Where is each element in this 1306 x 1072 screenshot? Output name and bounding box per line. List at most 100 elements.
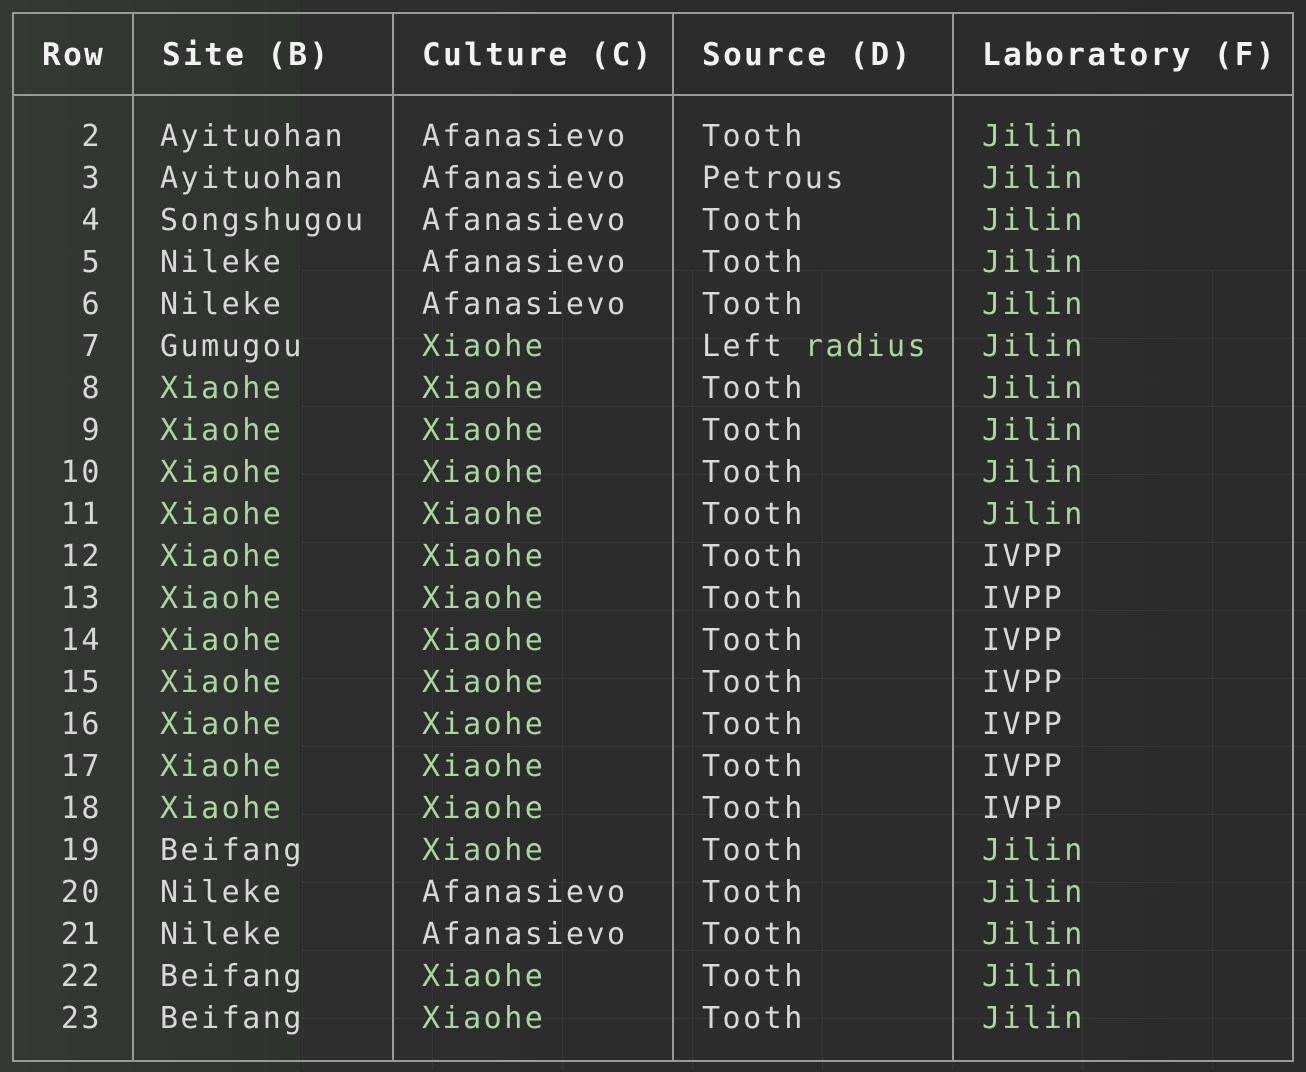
cell-row: 18 bbox=[60, 791, 102, 826]
cell-source: Tooth bbox=[702, 455, 805, 490]
cell-site: Songshugou bbox=[160, 203, 366, 238]
table-row: 11 Xiaohe Xiaohe Tooth Jilin bbox=[14, 494, 1292, 536]
cell-row: 17 bbox=[60, 749, 102, 784]
cell-source: Tooth bbox=[702, 707, 805, 742]
cell-row: 6 bbox=[81, 287, 102, 322]
cell-site: Ayituohan bbox=[160, 161, 346, 196]
cell-laboratory: Jilin bbox=[982, 413, 1085, 448]
cell-row: 10 bbox=[60, 455, 102, 490]
cell-laboratory: Jilin bbox=[982, 371, 1085, 406]
cell-site: Xiaohe bbox=[160, 665, 284, 700]
table-row: 10 Xiaohe Xiaohe Tooth Jilin bbox=[14, 452, 1292, 494]
cell-culture: Xiaohe bbox=[422, 455, 546, 490]
cell-source: Tooth bbox=[702, 1001, 805, 1036]
table-row: 2 Ayituohan Afanasievo Tooth Jilin bbox=[14, 116, 1292, 158]
cell-source: Tooth bbox=[702, 959, 805, 994]
cell-site: Beifang bbox=[160, 833, 304, 868]
cell-site: Nileke bbox=[160, 917, 284, 952]
cell-row: 13 bbox=[60, 581, 102, 616]
cell-source: Tooth bbox=[702, 623, 805, 658]
cell-source: Petrous bbox=[702, 161, 846, 196]
cell-laboratory: Jilin bbox=[982, 455, 1085, 490]
cell-culture: Xiaohe bbox=[422, 665, 546, 700]
cell-source: Tooth bbox=[702, 203, 805, 238]
cell-site: Xiaohe bbox=[160, 749, 284, 784]
cell-culture: Xiaohe bbox=[422, 1001, 546, 1036]
table-row: 5 Nileke Afanasievo Tooth Jilin bbox=[14, 242, 1292, 284]
header-culture: Culture (C) bbox=[422, 37, 654, 73]
source-word-radius: radius bbox=[804, 329, 929, 364]
cell-row: 14 bbox=[60, 623, 102, 658]
cell-laboratory: Jilin bbox=[982, 161, 1085, 196]
cell-laboratory: Jilin bbox=[982, 203, 1085, 238]
cell-source: Tooth bbox=[702, 833, 805, 868]
cell-row: 15 bbox=[60, 665, 102, 700]
cell-laboratory: Jilin bbox=[982, 1001, 1085, 1036]
cell-laboratory: Jilin bbox=[982, 287, 1085, 322]
cell-site: Xiaohe bbox=[160, 497, 284, 532]
cell-source: Tooth bbox=[702, 917, 805, 952]
cell-laboratory: IVPP bbox=[982, 791, 1065, 826]
cell-culture: Xiaohe bbox=[422, 539, 546, 574]
cell-site: Nileke bbox=[160, 245, 284, 280]
cell-laboratory: Jilin bbox=[982, 497, 1085, 532]
table-row: 7 Gumugou Xiaohe Left radius Jilin bbox=[14, 326, 1292, 368]
cell-culture: Xiaohe bbox=[422, 329, 546, 364]
cell-culture: Afanasievo bbox=[422, 119, 628, 154]
cell-site: Xiaohe bbox=[160, 623, 284, 658]
cell-site: Beifang bbox=[160, 1001, 304, 1036]
data-table: Row Site (B) Culture (C) Source (D) Labo… bbox=[12, 12, 1294, 1062]
table-row: 9 Xiaohe Xiaohe Tooth Jilin bbox=[14, 410, 1292, 452]
cell-site: Nileke bbox=[160, 875, 284, 910]
cell-site: Xiaohe bbox=[160, 581, 284, 616]
cell-laboratory: IVPP bbox=[982, 581, 1065, 616]
cell-source: Tooth bbox=[702, 497, 805, 532]
cell-row: 9 bbox=[81, 413, 102, 448]
header-row: Row bbox=[42, 37, 106, 73]
cell-site: Ayituohan bbox=[160, 119, 346, 154]
cell-source: Tooth bbox=[702, 791, 805, 826]
table-row: 6 Nileke Afanasievo Tooth Jilin bbox=[14, 284, 1292, 326]
table-row: 23 Beifang Xiaohe Tooth Jilin bbox=[14, 998, 1292, 1040]
cell-laboratory: Jilin bbox=[982, 875, 1085, 910]
table-row: 3 Ayituohan Afanasievo Petrous Jilin bbox=[14, 158, 1292, 200]
cell-site: Gumugou bbox=[160, 329, 304, 364]
table-row: 18 Xiaohe Xiaohe Tooth IVPP bbox=[14, 788, 1292, 830]
cell-source: Tooth bbox=[702, 413, 805, 448]
cell-source: Tooth bbox=[702, 581, 805, 616]
table-row: 22 Beifang Xiaohe Tooth Jilin bbox=[14, 956, 1292, 998]
cell-laboratory: Jilin bbox=[982, 119, 1085, 154]
cell-culture: Afanasievo bbox=[422, 917, 628, 952]
cell-laboratory: Jilin bbox=[982, 833, 1085, 868]
cell-source: Tooth bbox=[702, 875, 805, 910]
table-row: 8 Xiaohe Xiaohe Tooth Jilin bbox=[14, 368, 1292, 410]
table-row: 12 Xiaohe Xiaohe Tooth IVPP bbox=[14, 536, 1292, 578]
cell-culture: Xiaohe bbox=[422, 413, 546, 448]
cell-row: 16 bbox=[60, 707, 102, 742]
cell-row: 2 bbox=[81, 119, 102, 154]
cell-source: Tooth bbox=[702, 749, 805, 784]
cell-site: Xiaohe bbox=[160, 371, 284, 406]
table-row: 19 Beifang Xiaohe Tooth Jilin bbox=[14, 830, 1292, 872]
cell-culture: Afanasievo bbox=[422, 203, 628, 238]
cell-row: 23 bbox=[60, 1001, 102, 1036]
cell-site: Xiaohe bbox=[160, 455, 284, 490]
cell-laboratory: Jilin bbox=[982, 245, 1085, 280]
cell-laboratory: IVPP bbox=[982, 749, 1065, 784]
cell-row: 20 bbox=[60, 875, 102, 910]
cell-row: 11 bbox=[60, 497, 102, 532]
header-laboratory: Laboratory (F) bbox=[982, 37, 1277, 73]
cell-culture: Afanasievo bbox=[422, 161, 628, 196]
cell-source: Tooth bbox=[702, 371, 805, 406]
cell-laboratory: IVPP bbox=[982, 623, 1065, 658]
cell-culture: Xiaohe bbox=[422, 497, 546, 532]
cell-site: Xiaohe bbox=[160, 791, 284, 826]
table-row: 20 Nileke Afanasievo Tooth Jilin bbox=[14, 872, 1292, 914]
cell-culture: Xiaohe bbox=[422, 707, 546, 742]
table-row: 14 Xiaohe Xiaohe Tooth IVPP bbox=[14, 620, 1292, 662]
cell-culture: Xiaohe bbox=[422, 833, 546, 868]
cell-source: Tooth bbox=[702, 665, 805, 700]
header-site: Site (B) bbox=[162, 37, 331, 73]
cell-laboratory: Jilin bbox=[982, 329, 1085, 364]
cell-site: Nileke bbox=[160, 287, 284, 322]
